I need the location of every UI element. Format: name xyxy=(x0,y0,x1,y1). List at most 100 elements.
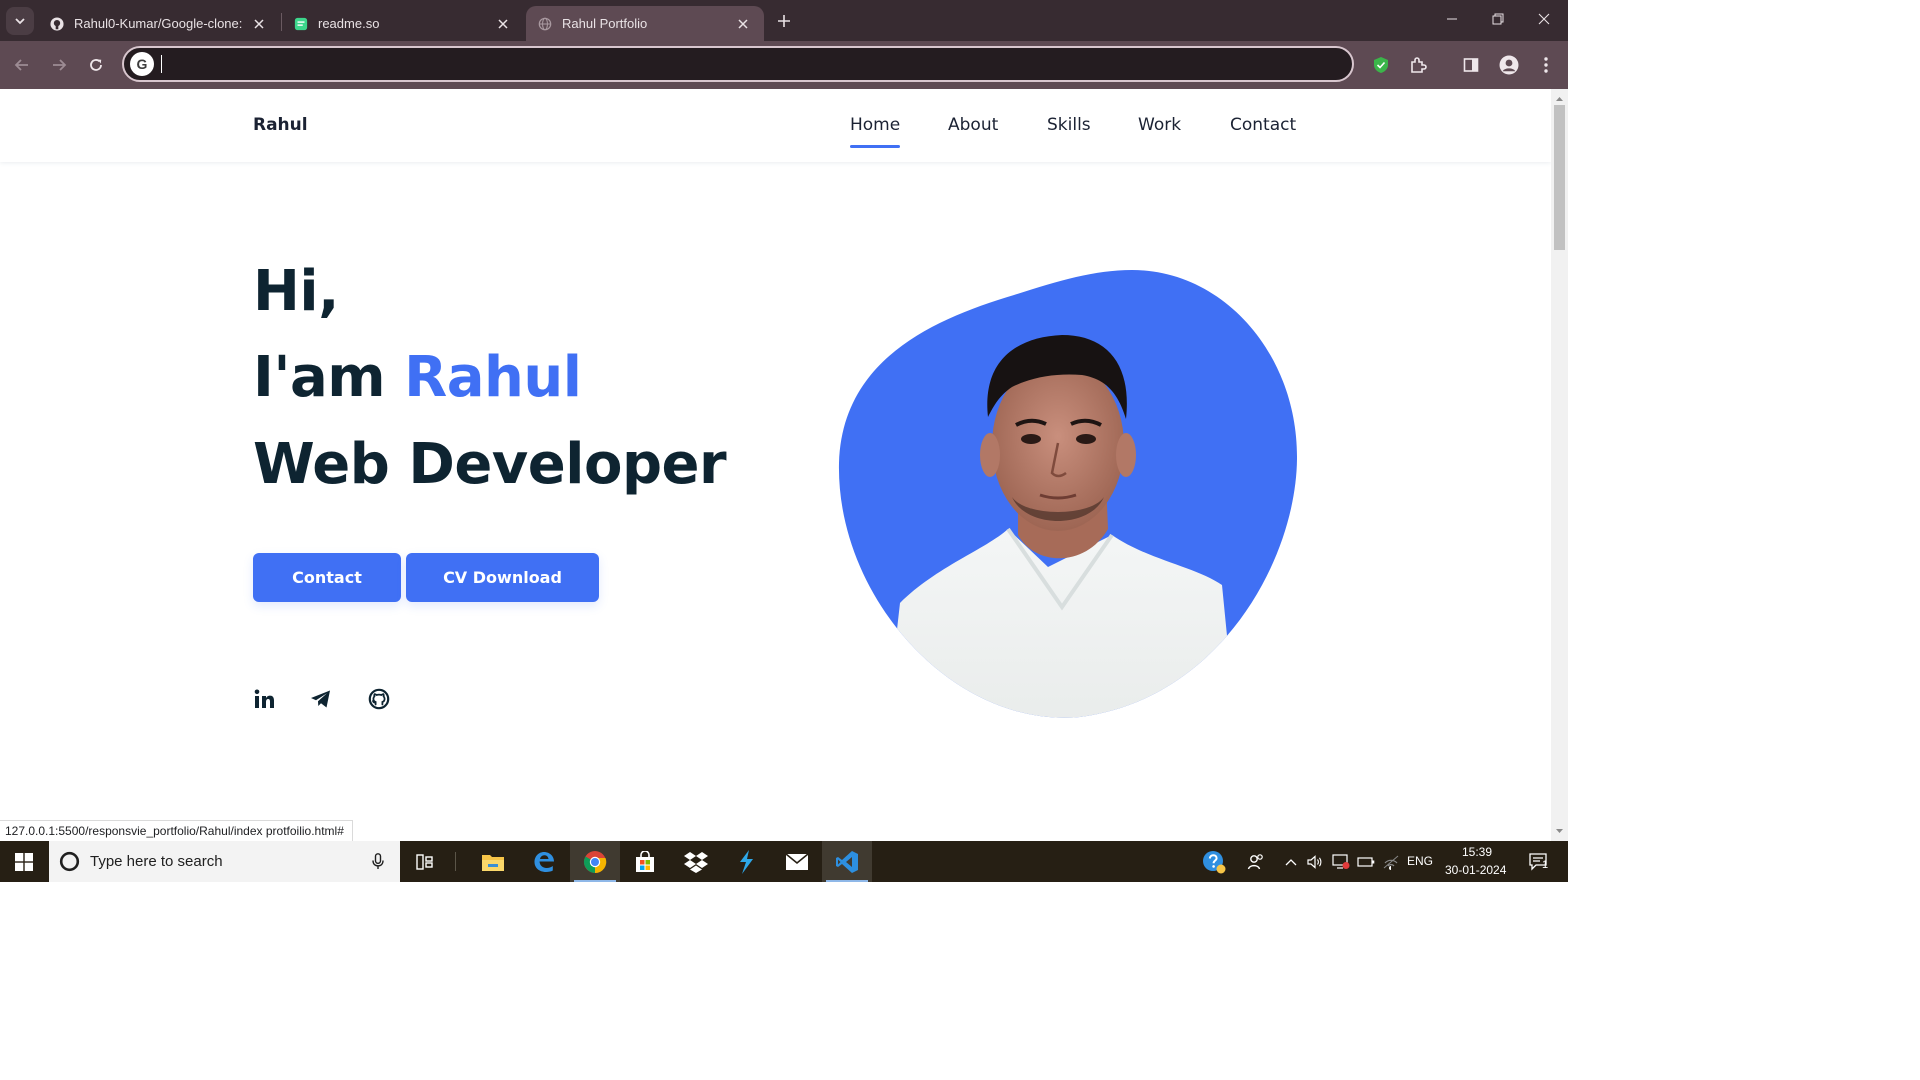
wifi-icon xyxy=(1383,855,1399,870)
dropbox-icon xyxy=(684,851,708,873)
window-close-button[interactable] xyxy=(1521,0,1567,38)
file-explorer-button[interactable] xyxy=(468,841,518,882)
show-hidden-icons-button[interactable] xyxy=(1278,841,1304,882)
side-panel-icon xyxy=(1463,58,1479,72)
more-vertical-icon xyxy=(1544,57,1548,73)
profile-button[interactable] xyxy=(1495,51,1523,79)
extension-shield-button[interactable] xyxy=(1367,51,1395,79)
task-view-button[interactable] xyxy=(400,841,450,882)
profile-icon xyxy=(1499,55,1519,75)
chrome-button[interactable] xyxy=(570,841,620,882)
taskbar-search-box[interactable]: Type here to search xyxy=(49,841,400,882)
close-icon[interactable] xyxy=(494,15,512,33)
action-center-button[interactable]: 1 xyxy=(1513,841,1563,882)
close-icon[interactable] xyxy=(250,15,268,33)
text-cursor xyxy=(161,55,162,73)
app-button[interactable] xyxy=(721,841,771,882)
microsoft-store-button[interactable] xyxy=(620,841,670,882)
browser-menu-button[interactable] xyxy=(1532,51,1560,79)
globe-icon xyxy=(538,17,552,30)
vscode-button[interactable] xyxy=(822,841,872,882)
side-panel-button[interactable] xyxy=(1457,51,1485,79)
clock-time[interactable]: 15:39 xyxy=(1462,845,1492,859)
minimize-button[interactable] xyxy=(1429,0,1475,38)
forward-button[interactable] xyxy=(45,51,73,79)
microsoft-store-icon xyxy=(636,850,654,872)
notification-count: 1 xyxy=(1542,859,1549,871)
dropbox-button[interactable] xyxy=(671,841,721,882)
edge-button[interactable] xyxy=(519,841,569,882)
close-icon[interactable] xyxy=(734,15,752,33)
browser-tab-bar: Rahul0-Kumar/Google-clone: U readme.so R… xyxy=(0,0,1568,41)
start-button[interactable] xyxy=(0,841,48,882)
nav-link-home[interactable]: Home xyxy=(850,115,901,148)
people-button[interactable] xyxy=(1231,841,1281,882)
chrome-icon xyxy=(584,850,607,873)
reload-icon xyxy=(90,59,102,71)
new-tab-button[interactable] xyxy=(772,9,796,33)
tab-title: readme.so xyxy=(318,16,380,31)
hero-intro: I'am Rahul xyxy=(253,345,582,410)
hero-greeting: Hi, xyxy=(253,259,339,324)
contact-button[interactable]: Contact xyxy=(253,553,401,602)
link-preview-status: 127.0.0.1:5500/responsvie_portfolio/Rahu… xyxy=(0,820,353,841)
reload-button[interactable] xyxy=(82,51,110,79)
close-icon xyxy=(1538,13,1550,25)
github-icon xyxy=(50,16,64,31)
task-view-icon xyxy=(416,853,433,870)
extensions-button[interactable] xyxy=(1404,51,1432,79)
scroll-down-icon[interactable] xyxy=(1555,827,1564,836)
nav-link-contact[interactable]: Contact xyxy=(1230,115,1296,135)
tab-readme[interactable]: readme.so xyxy=(282,6,524,41)
windows-taskbar: Type here to search ENG 15:39 30-01-2024… xyxy=(0,841,1568,882)
hero-role: Web Developer xyxy=(253,432,727,497)
volume-button[interactable] xyxy=(1302,841,1328,882)
linkedin-icon[interactable] xyxy=(251,686,277,712)
back-button[interactable] xyxy=(8,51,36,79)
browser-toolbar: G xyxy=(0,41,1568,89)
search-placeholder: Type here to search xyxy=(90,853,223,870)
hero-intro-prefix: I'am xyxy=(253,345,405,410)
shield-check-icon xyxy=(1374,57,1388,73)
tab-rahul-portfolio[interactable]: Rahul Portfolio xyxy=(526,6,764,41)
nav-link-skills[interactable]: Skills xyxy=(1047,115,1091,135)
input-language[interactable]: ENG xyxy=(1407,854,1433,868)
microphone-icon[interactable] xyxy=(372,853,384,870)
people-icon xyxy=(1247,853,1263,869)
tab-title: Rahul0-Kumar/Google-clone: U xyxy=(74,16,244,31)
chevron-up-icon xyxy=(1285,858,1297,865)
readme-so-icon xyxy=(294,17,308,30)
battery-button[interactable] xyxy=(1353,841,1379,882)
cv-download-button[interactable]: CV Download xyxy=(406,553,599,602)
site-logo[interactable]: Rahul xyxy=(253,115,308,135)
security-tray-button[interactable] xyxy=(1328,841,1354,882)
arrow-left-icon xyxy=(14,59,28,71)
telegram-icon[interactable] xyxy=(308,686,334,712)
nav-link-work[interactable]: Work xyxy=(1138,115,1181,135)
address-input[interactable] xyxy=(160,51,1340,77)
tab-github[interactable]: Rahul0-Kumar/Google-clone: U xyxy=(38,6,280,41)
volume-icon xyxy=(1307,854,1322,869)
cortana-icon xyxy=(59,851,80,872)
tab-search-button[interactable] xyxy=(6,7,34,35)
chevron-down-icon xyxy=(15,18,25,25)
github-icon[interactable] xyxy=(366,686,392,712)
address-bar[interactable]: G xyxy=(122,46,1354,82)
plus-icon xyxy=(778,15,790,27)
scroll-up-icon[interactable] xyxy=(1555,94,1564,103)
file-explorer-icon xyxy=(482,854,504,871)
page-scrollbar[interactable] xyxy=(1551,89,1568,841)
clock-date[interactable]: 30-01-2024 xyxy=(1445,863,1506,877)
hero-image xyxy=(836,267,1300,719)
windows-logo-icon xyxy=(15,852,33,871)
restore-icon xyxy=(1492,13,1504,25)
nav-link-about[interactable]: About xyxy=(948,115,998,135)
scrollbar-thumb[interactable] xyxy=(1554,105,1565,250)
page-viewport: Rahul Home About Skills Work Contact Hi,… xyxy=(0,89,1551,841)
tab-title: Rahul Portfolio xyxy=(562,16,648,31)
restore-button[interactable] xyxy=(1475,0,1521,38)
help-icon xyxy=(1203,850,1226,873)
taskbar-divider xyxy=(455,852,456,871)
mail-button[interactable] xyxy=(772,841,822,882)
network-button[interactable] xyxy=(1378,841,1404,882)
